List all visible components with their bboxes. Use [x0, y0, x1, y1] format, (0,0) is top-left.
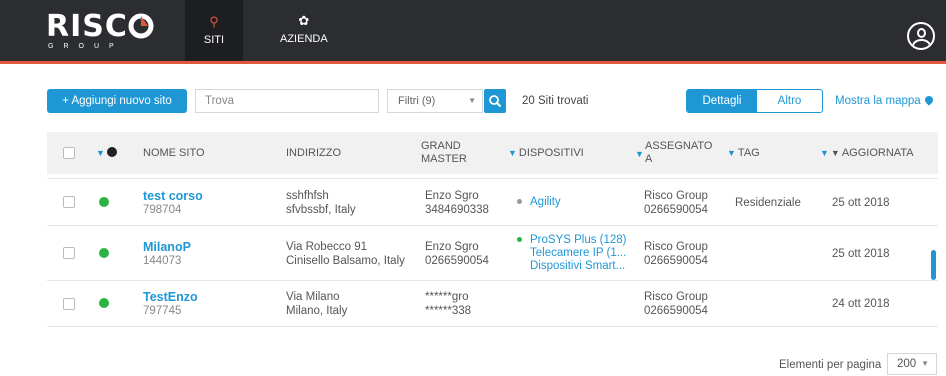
sort-desc-icon: ▼	[830, 148, 840, 158]
risco-logo[interactable]: RISC GROUP	[46, 12, 156, 52]
search-button[interactable]	[484, 89, 506, 113]
add-site-button[interactable]: + Aggiungi nuovo sito	[47, 89, 187, 113]
row-checkbox[interactable]	[63, 196, 75, 208]
assigned-name: Risco Group	[644, 241, 708, 253]
row-checkbox[interactable]	[63, 247, 75, 259]
filter-dropdown-label: Filtri (9)	[398, 95, 436, 107]
table-row[interactable]: MilanoP 144073 Via Robecco 91 Cinisello …	[47, 226, 938, 281]
location-pin-icon: ⚲	[209, 14, 219, 29]
site-name-link[interactable]: MilanoP	[143, 240, 191, 254]
status-dot	[99, 197, 109, 207]
filter-icon: ▼	[727, 148, 736, 158]
grand-master-phone: 0266590054	[425, 255, 489, 267]
logo-subword: GROUP	[48, 43, 124, 50]
logo-word: RISC	[46, 12, 156, 42]
table-row[interactable]: TestEnzo 797745 Via Milano Milano, Italy…	[47, 281, 938, 327]
updated-date: 25 ott 2018	[832, 197, 890, 209]
view-details-button[interactable]: Dettagli	[687, 90, 757, 112]
table-row[interactable]: test corso 798704 sshfhfsh sfvbssbf, Ita…	[47, 179, 938, 226]
column-tag-label: TAG	[737, 147, 760, 159]
items-per-page-label: Elementi per pagina	[779, 359, 882, 371]
filter-icon: ▼	[96, 148, 105, 158]
search-input[interactable]: Trova	[195, 89, 379, 113]
column-assigned-label: ASSEGNATO A	[645, 140, 713, 165]
updated-date: 24 ott 2018	[832, 298, 890, 310]
filter-icon: ▼	[820, 148, 829, 158]
address-line1: Via Milano	[286, 291, 340, 303]
avatar-body	[912, 39, 931, 48]
site-id: 144073	[143, 255, 182, 267]
select-all-checkbox[interactable]	[63, 147, 75, 159]
show-map-label: Mostra la mappa	[835, 95, 921, 107]
assigned-phone: 0266590054	[644, 305, 708, 317]
site-id: 798704	[143, 204, 182, 216]
chevron-down-icon: ▼	[468, 96, 476, 105]
filter-icon: ▼	[508, 148, 517, 158]
site-name-link[interactable]: test corso	[143, 189, 203, 203]
status-filter[interactable]: ▼	[96, 147, 117, 160]
updated-date: 25 ott 2018	[832, 248, 890, 260]
column-tag[interactable]: ▼ TAG	[727, 147, 760, 160]
items-per-page-value: 200	[897, 358, 917, 370]
status-dot	[99, 248, 109, 258]
device-label: ProSYS Plus (128)	[530, 234, 627, 246]
status-dot-icon	[106, 147, 117, 157]
address-line2: sfvbssbf, Italy	[286, 204, 356, 216]
filter-dropdown[interactable]: Filtri (9) ▼	[387, 89, 483, 113]
address-line2: Milano, Italy	[286, 305, 348, 317]
device-bullet-icon	[517, 199, 522, 205]
device-link[interactable]: Dispositivi Smart...	[517, 260, 625, 273]
avatar-head	[917, 28, 926, 38]
site-id: 797745	[143, 305, 182, 317]
top-navigation-bar: RISC GROUP ⚲ SITI ✿ AZIENDA	[0, 0, 946, 64]
assigned-phone: 0266590054	[644, 204, 708, 216]
nav-tab-siti[interactable]: ⚲ SITI	[185, 0, 243, 61]
assigned-name: Risco Group	[644, 190, 708, 202]
search-icon	[489, 95, 502, 108]
grand-master-name: Enzo Sgro	[425, 241, 479, 253]
view-toggle: Dettagli Altro	[686, 89, 823, 113]
view-other-button[interactable]: Altro	[757, 90, 822, 112]
grand-master-phone: 3484690338	[425, 204, 489, 216]
address-line1: sshfhfsh	[286, 190, 329, 202]
device-link[interactable]: Telecamere IP (1...	[517, 247, 626, 260]
column-assigned[interactable]: ▼ ASSEGNATO A	[635, 140, 713, 166]
column-name[interactable]: NOME SITO	[143, 147, 205, 160]
row-checkbox[interactable]	[63, 298, 75, 310]
device-bullet-icon	[517, 237, 522, 243]
show-map-link[interactable]: Mostra la mappa	[835, 94, 935, 107]
column-grand-master[interactable]: GRAND MASTER	[421, 140, 481, 166]
site-name-link[interactable]: TestEnzo	[143, 290, 198, 304]
device-link[interactable]: ProSYS Plus (128)	[517, 234, 627, 247]
nav-tab-azienda-label: AZIENDA	[280, 33, 328, 45]
column-address[interactable]: INDIRIZZO	[286, 147, 341, 160]
status-dot	[99, 298, 109, 308]
column-updated-label: AGGIORNATA	[841, 147, 914, 159]
column-devices[interactable]: ▼ DISPOSITIVI	[508, 147, 584, 160]
map-pin-icon	[922, 94, 935, 106]
site-tag: Residenziale	[735, 197, 801, 209]
user-avatar[interactable]	[907, 22, 935, 50]
chevron-down-icon: ▼	[921, 359, 929, 368]
filter-icon: ▼	[635, 149, 644, 159]
gear-icon: ✿	[298, 13, 310, 28]
table-header: ▼ NOME SITO INDIRIZZO GRAND MASTER ▼ DISP…	[47, 132, 938, 174]
device-label: Agility	[530, 196, 561, 208]
assigned-name: Risco Group	[644, 291, 708, 303]
grand-master-phone: ******338	[425, 305, 472, 317]
results-count: 20 Siti trovati	[522, 95, 589, 107]
nav-tab-siti-label: SITI	[203, 34, 225, 46]
grand-master-name: ******gro	[425, 291, 469, 303]
nav-tab-azienda[interactable]: ✿ AZIENDA	[280, 0, 328, 61]
address-line1: Via Robecco 91	[286, 241, 367, 253]
column-updated[interactable]: ▼ ▼ AGGIORNATA	[820, 147, 914, 160]
grand-master-name: Enzo Sgro	[425, 190, 479, 202]
items-per-page-select[interactable]: 200 ▼	[887, 353, 937, 375]
table-scrollbar[interactable]	[931, 250, 936, 280]
column-devices-label: DISPOSITIVI	[518, 147, 584, 159]
device-link[interactable]: Agility	[517, 196, 561, 209]
address-line2: Cinisello Balsamo, Italy	[286, 255, 405, 267]
assigned-phone: 0266590054	[644, 255, 708, 267]
